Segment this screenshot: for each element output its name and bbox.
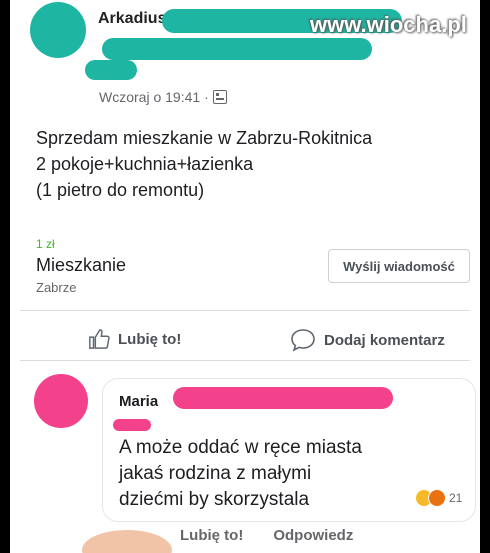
redaction-mark	[85, 60, 137, 80]
comment-actions: Lubię to! Odpowiedz	[180, 527, 353, 544]
author-avatar[interactable]	[30, 2, 86, 58]
meta-separator: ·	[204, 89, 209, 105]
thumbs-up-icon	[89, 329, 110, 349]
comment-body: A może oddać w ręce miasta jakaś rodzina…	[119, 435, 362, 513]
post-line: (1 pietro do remontu)	[36, 180, 205, 200]
comment-label: Dodaj komentarz	[324, 331, 445, 349]
watermark: www.wiocha.pl	[310, 12, 467, 37]
post-body: Sprzedam mieszkanie w Zabrzu-Rokitnica 2…	[36, 125, 372, 203]
redaction-mark	[82, 530, 172, 553]
post-card: Arkadiusz www.wiocha.pl Wczoraj o 19:41 …	[10, 0, 480, 553]
angry-icon	[428, 489, 446, 507]
post-line: 2 pokoje+kuchnia+łazienka	[36, 154, 254, 174]
divider	[20, 360, 470, 361]
like-button[interactable]: Lubię to!	[88, 328, 181, 350]
reaction-count: 21	[449, 491, 463, 505]
comment-line: A może oddać w ręce miasta	[119, 437, 362, 458]
send-message-button[interactable]: Wyślij wiadomość	[328, 249, 470, 283]
comment-button[interactable]: Dodaj komentarz	[290, 328, 445, 352]
privacy-icon	[212, 90, 227, 104]
item-title: Mieszkanie	[36, 255, 127, 275]
comment-line: jakaś rodzina z małymi	[119, 463, 312, 484]
item-location: Zabrze	[36, 280, 77, 295]
comment-line: dziećmi by skorzystala	[119, 489, 310, 510]
like-label: Lubię to!	[118, 330, 182, 348]
divider	[20, 310, 470, 311]
redaction-mark	[113, 419, 151, 431]
comment-like-link[interactable]: Lubię to!	[180, 527, 243, 544]
post-meta: Wczoraj o 19:41 ·	[99, 89, 227, 105]
comment-reply-link[interactable]: Odpowiedz	[273, 527, 353, 544]
redaction-mark	[102, 38, 372, 60]
post-line: Sprzedam mieszkanie w Zabrzu-Rokitnica	[36, 128, 373, 148]
redaction-mark	[173, 387, 393, 409]
post-timestamp[interactable]: Wczoraj o 19:41	[99, 89, 200, 105]
item-price: 1 zł	[36, 237, 55, 251]
reaction-summary[interactable]: 21	[415, 489, 462, 507]
speech-bubble-icon	[291, 329, 315, 352]
commenter-avatar[interactable]	[34, 374, 88, 428]
comment-author[interactable]: Maria	[119, 393, 158, 410]
